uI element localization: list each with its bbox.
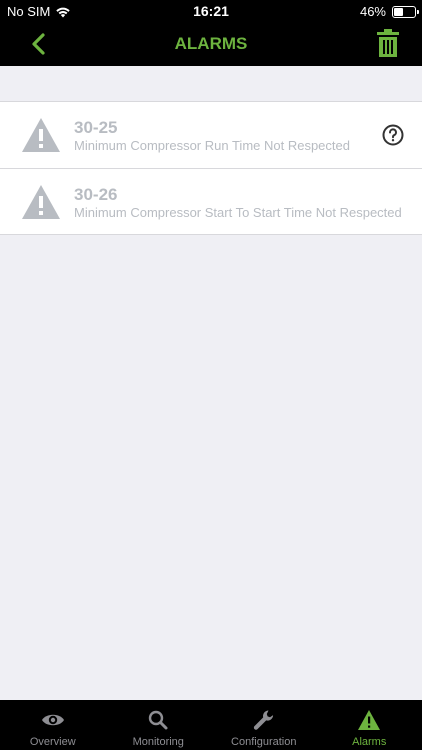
- page-title: ALARMS: [174, 34, 248, 53]
- question-circle-icon: [382, 124, 404, 146]
- alarm-row[interactable]: 30-25 Minimum Compressor Run Time Not Re…: [0, 102, 422, 168]
- tab-label: Alarms: [352, 736, 387, 748]
- alarm-code: 30-26: [74, 185, 118, 204]
- tab-monitoring[interactable]: Monitoring: [106, 700, 212, 750]
- tab-configuration[interactable]: Configuration: [211, 700, 317, 750]
- warning-icon: [22, 118, 60, 152]
- magnifier-icon: [149, 710, 168, 730]
- battery-icon: [392, 5, 419, 18]
- status-bar: No SIM 16:21 46%: [0, 0, 422, 22]
- tab-label: Configuration: [231, 736, 297, 748]
- clock: 16:21: [193, 3, 229, 19]
- tab-label: Monitoring: [132, 736, 184, 748]
- warning-icon: [358, 710, 381, 730]
- alarm-description: Minimum Compressor Run Time Not Respecte…: [74, 138, 350, 153]
- alarm-row[interactable]: 30-26 Minimum Compressor Start To Start …: [0, 168, 422, 234]
- nav-bar: ALARMS: [0, 22, 422, 66]
- trash-icon: [377, 29, 399, 57]
- wrench-icon: [253, 710, 273, 730]
- alarm-code: 30-25: [74, 118, 118, 137]
- alarm-description: Minimum Compressor Start To Start Time N…: [74, 205, 402, 220]
- battery-percent: 46%: [359, 4, 386, 19]
- tab-bar: Overview Monitoring Configuration Alarms: [0, 700, 422, 750]
- battery-fill: [394, 7, 403, 16]
- alarm-list: 30-25 Minimum Compressor Run Time Not Re…: [0, 101, 422, 235]
- tab-alarms[interactable]: Alarms: [317, 700, 422, 750]
- tab-label: Overview: [29, 736, 76, 748]
- eye-icon: [41, 714, 64, 726]
- warning-icon: [22, 185, 60, 219]
- alarm-help-button[interactable]: [382, 124, 404, 146]
- delete-all-button[interactable]: [376, 28, 400, 58]
- tab-overview[interactable]: Overview: [0, 700, 106, 750]
